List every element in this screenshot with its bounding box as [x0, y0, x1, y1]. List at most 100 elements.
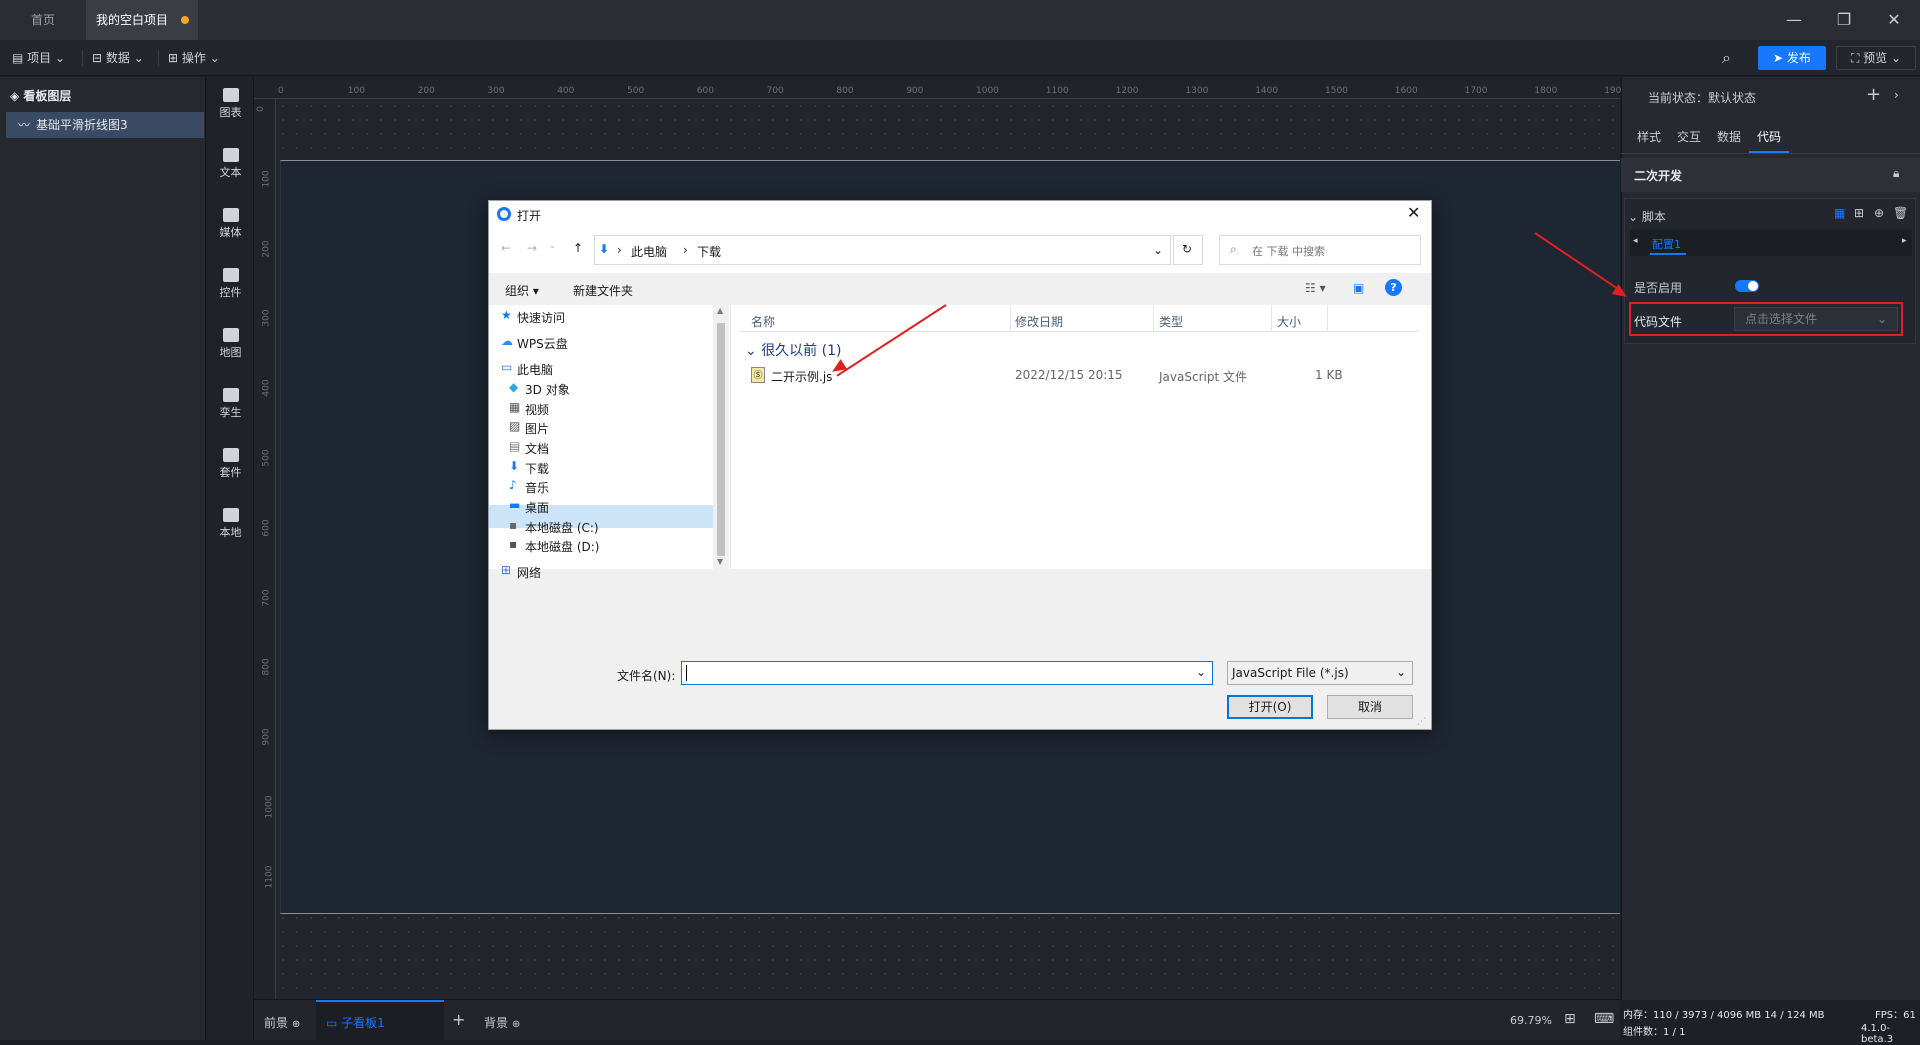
- zoom-level[interactable]: 69.79%: [1510, 1014, 1552, 1027]
- col-type[interactable]: 类型: [1159, 313, 1183, 330]
- nav-item[interactable]: 本地磁盘 (D:): [525, 538, 599, 555]
- rail-item-chart[interactable]: 图表: [207, 88, 254, 120]
- config-tab-1[interactable]: 配置1: [1652, 236, 1681, 252]
- add-board-button[interactable]: +: [452, 1010, 465, 1029]
- code-file-select[interactable]: 点击选择文件 ⌄: [1734, 307, 1898, 331]
- chevron-down-icon[interactable]: ⌄: [1196, 665, 1206, 679]
- menu-project[interactable]: ▤ 项目 ⌄: [12, 48, 65, 68]
- nav-item[interactable]: WPS云盘: [517, 335, 568, 352]
- organize-button[interactable]: 组织 ▾: [505, 282, 539, 299]
- add-circle-icon[interactable]: ⊕: [1874, 206, 1884, 220]
- scroll-left-icon[interactable]: ◂: [1633, 236, 1638, 246]
- nav-item[interactable]: 文档: [525, 440, 549, 457]
- refresh-button[interactable]: ↻: [1173, 235, 1203, 265]
- layout-icon[interactable]: ▦: [1834, 206, 1845, 220]
- script-header[interactable]: ⌄ 脚本: [1628, 208, 1666, 225]
- path-downloads[interactable]: 下载: [697, 243, 721, 260]
- tab-home[interactable]: 首页: [0, 0, 86, 40]
- layer-item[interactable]: 〰基础平滑折线图3: [6, 112, 204, 138]
- nav-item[interactable]: 下载: [525, 460, 549, 477]
- add-state-icon[interactable]: +: [1866, 84, 1881, 105]
- file-date: 2022/12/15 20:15: [1015, 368, 1123, 382]
- minimize-button[interactable]: —: [1784, 10, 1804, 30]
- preview-pane-icon[interactable]: ▣: [1353, 281, 1364, 295]
- publish-button[interactable]: ➤ 发布: [1758, 46, 1826, 70]
- trash-icon[interactable]: 🗑︎: [1893, 206, 1908, 220]
- rail-item-text[interactable]: 文本: [207, 148, 254, 180]
- keyboard-icon[interactable]: ⌨: [1594, 1011, 1614, 1027]
- tab-data[interactable]: 数据: [1717, 128, 1741, 145]
- scroll-up-icon[interactable]: ▲: [717, 306, 723, 315]
- tab-background[interactable]: 背景 ⊕: [484, 1014, 520, 1031]
- nav-item[interactable]: 音乐: [525, 479, 549, 496]
- nav-scroll-thumb[interactable]: [717, 323, 725, 556]
- memory-value: 110 / 3973 / 4096 MB 14 / 124 MB: [1653, 1010, 1825, 1021]
- forward-icon[interactable]: →: [527, 241, 537, 255]
- path-pc[interactable]: 此电脑: [631, 243, 667, 260]
- menu-data[interactable]: ⊟ 数据 ⌄: [92, 48, 144, 68]
- col-name[interactable]: 名称: [751, 313, 775, 330]
- new-folder-button[interactable]: 新建文件夹: [573, 282, 633, 299]
- header-divider: [739, 331, 1419, 332]
- current-state-value[interactable]: 默认状态: [1708, 91, 1756, 105]
- search-icon[interactable]: ⌕: [1722, 48, 1731, 68]
- fit-screen-icon[interactable]: ⊞: [1564, 1011, 1576, 1027]
- nav-item[interactable]: 3D 对象: [525, 381, 570, 398]
- nav-item[interactable]: 此电脑: [517, 361, 553, 378]
- table-icon[interactable]: ⊞: [1854, 206, 1864, 220]
- rail-item-kit[interactable]: 套件: [207, 448, 254, 480]
- lock-icon[interactable]: 🔒︎: [1893, 166, 1899, 181]
- address-bar[interactable]: ⬇ › 此电脑 › 下载 ⌄: [594, 235, 1171, 265]
- view-options-icon[interactable]: ☷ ▾: [1305, 281, 1326, 295]
- col-size[interactable]: 大小: [1277, 313, 1301, 330]
- nav-item[interactable]: 快速访问: [517, 309, 565, 326]
- rail-item-control[interactable]: 控件: [207, 268, 254, 300]
- tab-code[interactable]: 代码: [1757, 128, 1781, 145]
- rail-item-map[interactable]: 地图: [207, 328, 254, 360]
- nav-item[interactable]: 图片: [525, 420, 549, 437]
- rail-item-twin[interactable]: 孪生: [207, 388, 254, 420]
- preview-button[interactable]: ⛶ 预览 ⌄: [1836, 46, 1916, 70]
- collapse-icon[interactable]: ›: [1894, 88, 1899, 102]
- dialog-close-button[interactable]: ✕: [1407, 203, 1420, 222]
- group-header[interactable]: ⌄ 很久以前 (1): [745, 340, 841, 360]
- up-icon[interactable]: ↑: [573, 241, 583, 255]
- ruler-tick-label: 1000: [264, 795, 275, 819]
- pane-divider[interactable]: [730, 305, 731, 569]
- tab-front[interactable]: 前景 ⊕: [264, 1014, 300, 1031]
- nav-item[interactable]: 桌面: [525, 499, 549, 516]
- ruler-tick-label: 600: [261, 519, 272, 537]
- current-state-label: 当前状态：: [1648, 91, 1709, 105]
- recent-icon[interactable]: ⌄: [549, 241, 556, 250]
- group-label: 很久以前 (1): [761, 343, 842, 359]
- nav-item[interactable]: 本地磁盘 (C:): [525, 519, 599, 536]
- rail-item-local[interactable]: 本地: [207, 508, 254, 540]
- filetype-select[interactable]: JavaScript File (*.js) ⌄: [1227, 661, 1413, 685]
- filename-input[interactable]: ⌄: [681, 661, 1213, 685]
- download-icon: ⬇: [509, 459, 520, 473]
- close-button[interactable]: ✕: [1884, 10, 1904, 30]
- scroll-down-icon[interactable]: ▼: [717, 557, 723, 566]
- ruler-tick-label: 100: [261, 170, 272, 188]
- file-name[interactable]: 二开示例.js: [771, 368, 832, 385]
- back-icon[interactable]: ←: [501, 241, 511, 255]
- add-icon[interactable]: ⊕: [292, 1019, 300, 1030]
- rail-item-media[interactable]: 媒体: [207, 208, 254, 240]
- menu-operate[interactable]: ⊞ 操作 ⌄: [168, 48, 220, 68]
- resize-grip[interactable]: ⋰: [1417, 717, 1426, 727]
- add-icon[interactable]: ⊕: [512, 1019, 520, 1030]
- tab-sub-board[interactable]: ▭ 子看板1: [326, 1014, 385, 1031]
- cancel-button[interactable]: 取消: [1327, 695, 1413, 719]
- tab-style[interactable]: 样式: [1637, 128, 1661, 145]
- open-button[interactable]: 打开(O): [1227, 695, 1313, 719]
- search-field[interactable]: ⌕ 在 下载 中搜索: [1219, 235, 1421, 265]
- col-date[interactable]: 修改日期: [1015, 313, 1063, 330]
- scroll-right-icon[interactable]: ▸: [1902, 236, 1907, 246]
- help-icon[interactable]: ?: [1385, 279, 1402, 296]
- nav-item[interactable]: 视频: [525, 401, 549, 418]
- restore-button[interactable]: ❐: [1834, 10, 1854, 30]
- chart-icon: [222, 88, 239, 102]
- chevron-down-icon[interactable]: ⌄: [1153, 243, 1163, 257]
- tab-interaction[interactable]: 交互: [1677, 128, 1701, 145]
- nav-item[interactable]: 网络: [517, 564, 541, 581]
